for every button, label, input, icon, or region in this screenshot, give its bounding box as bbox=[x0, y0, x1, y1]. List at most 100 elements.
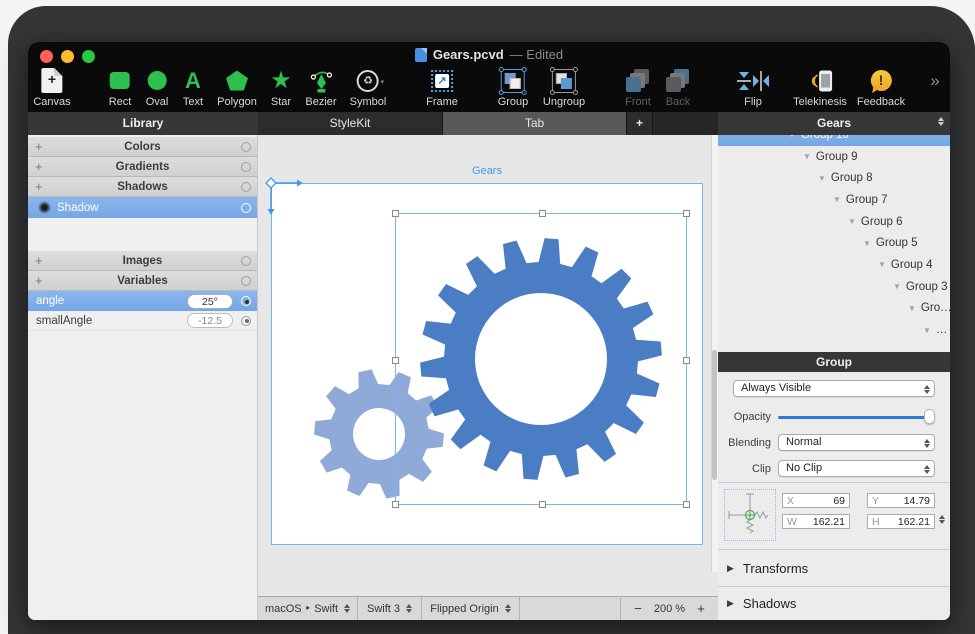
tool-telekinesis[interactable]: Telekinesis bbox=[793, 65, 847, 108]
tab-current[interactable]: Tab bbox=[443, 112, 627, 135]
tree-row-label: Group 8 bbox=[831, 172, 873, 184]
resize-handle-sw[interactable] bbox=[392, 501, 399, 508]
tool-front: Front bbox=[625, 65, 651, 108]
tool-star[interactable]: ★ Star bbox=[270, 65, 292, 108]
section-colors[interactable]: + Colors bbox=[28, 137, 257, 157]
section-variables[interactable]: + Variables bbox=[28, 271, 257, 291]
group-inspector: Always Visible Opacity Blending Normal bbox=[718, 372, 950, 620]
disclosure-triangle-icon[interactable]: ▼ bbox=[803, 152, 811, 161]
tool-symbol[interactable]: ♻▾ Symbol bbox=[350, 65, 387, 108]
shadow-blur-icon bbox=[38, 201, 51, 214]
opacity-slider-knob[interactable] bbox=[924, 409, 935, 424]
frame-icon: ↗ bbox=[431, 70, 453, 92]
zoom-out-button[interactable]: − bbox=[631, 601, 645, 616]
tool-bezier[interactable]: Bezier bbox=[305, 65, 336, 108]
tree-row[interactable]: ▼ Group 4 bbox=[718, 254, 950, 276]
y-field[interactable]: Y 14.79 bbox=[867, 493, 935, 508]
tool-group[interactable]: Group bbox=[498, 65, 529, 108]
platform-dropdown[interactable]: macOS ‣ Swift bbox=[258, 597, 358, 620]
hierarchy-tree: ▼Group 10▼Group 9▼Group 8▼Group 7▼Group … bbox=[718, 135, 950, 352]
tool-oval[interactable]: Oval bbox=[146, 65, 169, 108]
hierarchy-panel-header: Gears bbox=[718, 112, 950, 135]
toolbar-overflow[interactable]: » bbox=[930, 65, 939, 96]
height-field[interactable]: H 162.21 bbox=[867, 514, 935, 529]
variable-value-field[interactable]: 25° bbox=[187, 294, 233, 309]
tool-ungroup[interactable]: Ungroup bbox=[543, 65, 585, 108]
shadows-disclosure[interactable]: ▶ Shadows bbox=[718, 587, 950, 620]
tree-row[interactable]: ▼Group 6 bbox=[718, 211, 950, 233]
artboard-label[interactable]: Gears bbox=[271, 165, 703, 177]
zoom-in-button[interactable]: + bbox=[694, 601, 708, 616]
tree-row-label: Group 4 bbox=[891, 259, 933, 271]
disclosure-triangle-icon[interactable]: ▼ bbox=[848, 217, 856, 226]
star-icon: ★ bbox=[270, 70, 292, 92]
app-window: Gears.pcvd — Edited Canvas Rect Oval A T… bbox=[28, 42, 950, 620]
tool-rect[interactable]: Rect bbox=[109, 65, 132, 108]
resize-handle-ne[interactable] bbox=[683, 210, 690, 217]
resize-handle-s[interactable] bbox=[539, 501, 546, 508]
origin-dropdown[interactable]: Flipped Origin bbox=[422, 597, 520, 620]
radio-dot-icon bbox=[241, 316, 251, 326]
library-item-shadow[interactable]: Shadow bbox=[28, 197, 257, 218]
canvas-vertical-scrollbar[interactable] bbox=[711, 135, 718, 572]
tree-row[interactable]: ▼Group 5 bbox=[718, 232, 950, 254]
tool-text[interactable]: A Text bbox=[183, 65, 203, 108]
resizing-anchor-widget[interactable] bbox=[724, 489, 776, 541]
tree-row[interactable]: ▼Group 10 bbox=[718, 135, 950, 146]
hierarchy-header-stepper[interactable] bbox=[938, 117, 944, 126]
disclosure-triangle-icon[interactable]: ▼ bbox=[923, 326, 931, 335]
height-stepper[interactable] bbox=[939, 515, 945, 529]
canvas-area[interactable]: Gears bbox=[258, 135, 718, 620]
tool-flip[interactable]: Flip bbox=[736, 65, 770, 108]
language-dropdown[interactable]: Swift 3 bbox=[358, 597, 422, 620]
edited-status: — Edited bbox=[510, 47, 563, 62]
feedback-icon: ! bbox=[871, 70, 892, 91]
resize-handle-nw[interactable] bbox=[392, 210, 399, 217]
disclosure-triangle-icon[interactable]: ▼ bbox=[818, 174, 826, 183]
resize-handle-e[interactable] bbox=[683, 357, 690, 364]
clip-dropdown[interactable]: No Clip bbox=[778, 460, 935, 477]
tool-frame[interactable]: ↗ Frame bbox=[426, 65, 458, 108]
radio-icon bbox=[241, 142, 251, 152]
section-shadows[interactable]: + Shadows bbox=[28, 177, 257, 197]
tree-row[interactable]: ▼ Group 8 bbox=[718, 167, 950, 189]
tab-stylekit[interactable]: StyleKit bbox=[258, 112, 443, 135]
resize-handle-se[interactable] bbox=[683, 501, 690, 508]
tree-row[interactable]: ▼Group 7 bbox=[718, 189, 950, 211]
tree-row[interactable]: ▼Group 3 bbox=[718, 276, 950, 298]
inspector-panel: ▼Group 10▼Group 9▼Group 8▼Group 7▼Group … bbox=[718, 135, 950, 620]
disclosure-triangle-icon[interactable]: ▼ bbox=[833, 195, 841, 204]
section-images[interactable]: + Images bbox=[28, 251, 257, 271]
zoom-level[interactable]: 200 % bbox=[654, 603, 685, 615]
selection-box[interactable] bbox=[395, 213, 687, 505]
clip-row: Clip No Clip bbox=[718, 460, 950, 477]
variable-row-angle[interactable]: angle 25° bbox=[28, 291, 257, 311]
tool-polygon[interactable]: Polygon bbox=[217, 65, 257, 108]
x-field[interactable]: X 69 bbox=[782, 493, 850, 508]
visibility-dropdown[interactable]: Always Visible bbox=[733, 380, 935, 397]
disclosure-triangle-icon[interactable]: ▼ bbox=[788, 135, 796, 139]
tool-canvas[interactable]: Canvas bbox=[33, 65, 70, 108]
add-tab-button[interactable]: + bbox=[627, 112, 653, 135]
variable-row-smallangle[interactable]: smallAngle -12.5 bbox=[28, 311, 257, 331]
resize-handle-w[interactable] bbox=[392, 357, 399, 364]
document-name: Gears.pcvd bbox=[433, 47, 504, 62]
tree-row[interactable]: ▼Gro… bbox=[718, 298, 950, 320]
disclosure-triangle-icon[interactable]: ▼ bbox=[908, 304, 916, 313]
radio-icon bbox=[241, 256, 251, 266]
tool-feedback[interactable]: ! Feedback bbox=[857, 65, 905, 108]
transforms-disclosure[interactable]: ▶ Transforms bbox=[718, 550, 950, 586]
disclosure-triangle-icon[interactable]: ▼ bbox=[878, 260, 886, 269]
radio-icon bbox=[241, 162, 251, 172]
disclosure-triangle-icon[interactable]: ▼ bbox=[893, 282, 901, 291]
section-gradients[interactable]: + Gradients bbox=[28, 157, 257, 177]
tree-row[interactable]: ▼… bbox=[718, 319, 950, 341]
opacity-slider[interactable] bbox=[778, 409, 935, 424]
blending-dropdown[interactable]: Normal bbox=[778, 434, 935, 451]
resize-handle-n[interactable] bbox=[539, 210, 546, 217]
tree-row[interactable]: ▼Group 9 bbox=[718, 146, 950, 168]
scrollbar-thumb[interactable] bbox=[712, 350, 717, 480]
variable-value-field[interactable]: -12.5 bbox=[187, 313, 233, 328]
disclosure-triangle-icon[interactable]: ▼ bbox=[863, 239, 871, 248]
width-field[interactable]: W 162.21 bbox=[782, 514, 850, 529]
